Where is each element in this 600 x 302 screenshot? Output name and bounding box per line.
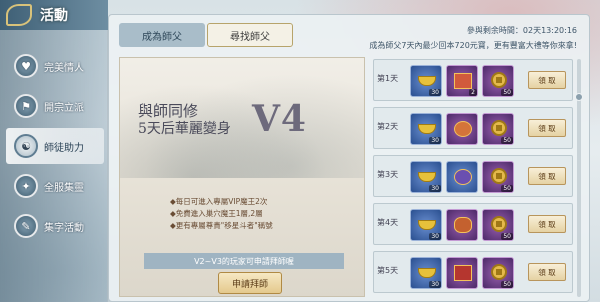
reward-row: 第1天 30 2 50 領 取 xyxy=(373,59,573,101)
claim-button[interactable]: 領 取 xyxy=(528,71,566,89)
mentor-icon: ☯ xyxy=(14,134,38,158)
scroll-item-icon[interactable]: 2 xyxy=(446,65,478,97)
reward-row: 第2天 30 50 領 取 xyxy=(373,107,573,149)
item-count: 50 xyxy=(501,233,513,240)
item-count: 30 xyxy=(429,281,441,288)
ingot-item-icon[interactable]: 30 xyxy=(410,65,442,97)
berries-item-icon[interactable] xyxy=(446,161,478,193)
claim-button[interactable]: 領 取 xyxy=(528,263,566,281)
reward-row: 第5天 30 50 領 取 xyxy=(373,251,573,293)
promo-title-line2: 5天后華麗變身 xyxy=(138,121,231,137)
sidebar-item-found-sect[interactable]: ⚑ 開宗立派 xyxy=(6,88,104,124)
gift-item-icon[interactable] xyxy=(446,209,478,241)
item-count: 50 xyxy=(501,89,513,96)
bullet-item: ◆更有專屬尊貴"移星斗者"稱號 xyxy=(170,221,273,230)
remaining-value: 02天13:20:16 xyxy=(522,26,577,35)
day-label: 第3天 xyxy=(377,170,399,179)
heart-icon: ♥ xyxy=(14,54,38,78)
sidebar-item-perfect-lover[interactable]: ♥ 完美情人 xyxy=(6,48,104,84)
sidebar-item-mentor-boost[interactable]: ☯ 師徒助力 xyxy=(6,128,104,164)
bullet-item: ◆免費進入巢穴魔王1層,2層 xyxy=(170,209,263,218)
sidebar-item-label: 完美情人 xyxy=(44,62,84,74)
tab-become-master[interactable]: 成為師父 xyxy=(119,23,205,47)
main-panel: 成為師父 尋找師父 參與剩余時間：02天13:20:16 成為師父7天內最少回本… xyxy=(108,14,590,302)
promo-bullets: ◆每日可進入專屬VIP魔王2次 ◆免費進入巢穴魔王1層,2層 ◆更有專屬尊貴"移… xyxy=(170,196,273,232)
item-count: 2 xyxy=(469,89,477,96)
remaining-label: 參與剩余時間： xyxy=(466,26,523,35)
title-bar: 活動 xyxy=(0,0,108,30)
coin-item-icon[interactable]: 50 xyxy=(482,257,514,289)
promo-title-line1: 與師同修 xyxy=(138,102,199,120)
reward-list: 第1天 30 2 50 領 取 第2天 30 50 領 取 第3天 30 50 … xyxy=(373,59,573,299)
reward-row: 第3天 30 50 領 取 xyxy=(373,155,573,197)
ingot-item-icon[interactable]: 30 xyxy=(410,257,442,289)
fruit-item-icon[interactable] xyxy=(446,113,478,145)
claim-button[interactable]: 領 取 xyxy=(528,119,566,137)
reward-row: 第4天 30 50 領 取 xyxy=(373,203,573,245)
eligibility-note: V2~V3的玩家可申請拜師喔 xyxy=(144,253,344,269)
book-item-icon[interactable] xyxy=(446,257,478,289)
scroll-thumb[interactable] xyxy=(575,93,583,101)
item-count: 30 xyxy=(429,185,441,192)
claim-button[interactable]: 領 取 xyxy=(528,167,566,185)
promo-banner: 與師同修 5天后華麗變身 V4 ◆每日可進入專屬VIP魔王2次 ◆免費進入巢穴魔… xyxy=(119,57,365,297)
item-count: 30 xyxy=(429,137,441,144)
ingot-item-icon[interactable]: 30 xyxy=(410,113,442,145)
ingot-item-icon[interactable]: 30 xyxy=(410,161,442,193)
bullet-item: ◆每日可進入專屬VIP魔王2次 xyxy=(170,197,268,206)
sidebar: ♥ 完美情人 ⚑ 開宗立派 ☯ 師徒助力 ✦ 全服集靈 ✎ 集字活動 xyxy=(0,30,108,302)
day-label: 第4天 xyxy=(377,218,399,227)
item-count: 30 xyxy=(429,89,441,96)
promo-vip-level: V4 xyxy=(252,98,307,140)
sidebar-item-label: 師徒助力 xyxy=(44,142,84,154)
promo-title: 與師同修 5天后華麗變身 xyxy=(138,102,258,138)
coin-item-icon[interactable]: 50 xyxy=(482,161,514,193)
page-title: 活動 xyxy=(40,8,68,24)
event-description: 成為師父7天內最少回本720元寶，更有豐富大禮等你來拿! xyxy=(369,41,577,50)
day-label: 第2天 xyxy=(377,122,399,131)
tab-find-master[interactable]: 尋找師父 xyxy=(207,23,293,47)
coin-item-icon[interactable]: 50 xyxy=(482,113,514,145)
event-info: 參與剩余時間：02天13:20:16 成為師父7天內最少回本720元寶，更有豐富… xyxy=(369,25,577,51)
claim-button[interactable]: 領 取 xyxy=(528,215,566,233)
sidebar-item-label: 集字活動 xyxy=(44,222,84,234)
sidebar-item-server-spirit[interactable]: ✦ 全服集靈 xyxy=(6,168,104,204)
ingot-item-icon[interactable]: 30 xyxy=(410,209,442,241)
coin-item-icon[interactable]: 50 xyxy=(482,65,514,97)
item-count: 50 xyxy=(501,137,513,144)
ornament-icon xyxy=(6,4,32,26)
apply-mentor-button[interactable]: 申請拜師 xyxy=(218,272,282,294)
item-count: 50 xyxy=(501,185,513,192)
day-label: 第1天 xyxy=(377,74,399,83)
coin-item-icon[interactable]: 50 xyxy=(482,209,514,241)
day-label: 第5天 xyxy=(377,266,399,275)
scroll-icon: ✎ xyxy=(14,214,38,238)
banner-icon: ⚑ xyxy=(14,94,38,118)
sidebar-item-label: 全服集靈 xyxy=(44,182,84,194)
sidebar-item-label: 開宗立派 xyxy=(44,102,84,114)
sidebar-item-collect-words[interactable]: ✎ 集字活動 xyxy=(6,208,104,244)
item-count: 30 xyxy=(429,233,441,240)
spirit-icon: ✦ xyxy=(14,174,38,198)
item-count: 50 xyxy=(501,281,513,288)
